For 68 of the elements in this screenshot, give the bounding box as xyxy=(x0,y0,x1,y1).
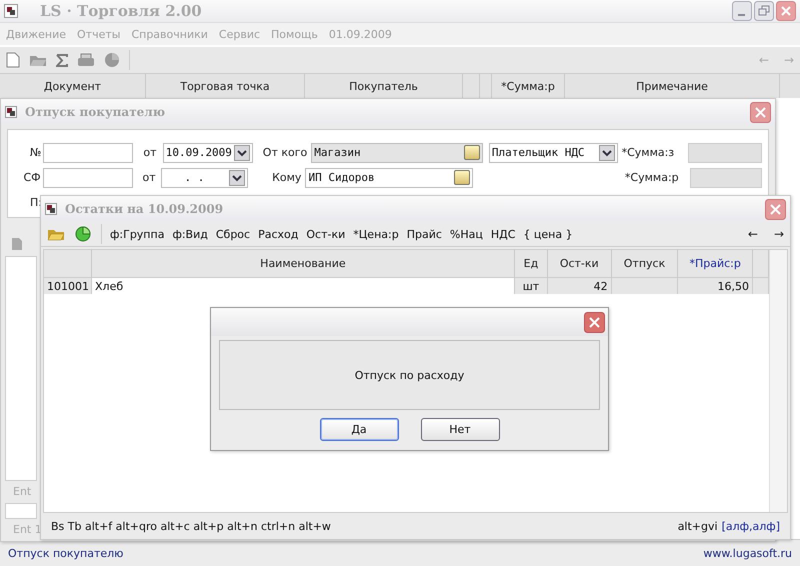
shortcut-hint: Bs Tb alt+f alt+qro alt+c alt+p alt+n ctrl+n alt+w xyxy=(51,520,331,532)
field-label: От кого xyxy=(262,146,308,159)
toolbar-button[interactable]: Ост-ки xyxy=(306,228,346,240)
field-label: № xyxy=(28,146,42,159)
vat-dropdown[interactable]: Плательщик НДС xyxy=(488,142,618,162)
hint-text: Ent 1 xyxy=(13,523,42,537)
dropdown-icon[interactable] xyxy=(598,144,615,160)
window-title: LS · Торговля 2.00 xyxy=(40,2,202,20)
toolbar-button[interactable]: Прайс xyxy=(406,228,442,240)
close-icon[interactable] xyxy=(750,102,771,122)
date-field[interactable]: 10.09.2009 xyxy=(162,142,253,162)
more-icon[interactable] xyxy=(454,170,470,185)
hint-text: Ent xyxy=(13,485,32,499)
close-icon[interactable] xyxy=(765,198,786,220)
toolbar-button[interactable]: НДС xyxy=(490,228,516,240)
toolbar-button[interactable]: Расход xyxy=(258,228,298,240)
date-field[interactable]: . . xyxy=(161,168,248,188)
window-title: Отпуск покупателю xyxy=(25,105,166,119)
toolbar-button[interactable]: ф:Группа xyxy=(110,228,164,240)
table-cell: Хлеб xyxy=(92,278,516,294)
close-icon[interactable] xyxy=(776,1,796,21)
number-field[interactable] xyxy=(43,142,134,162)
input-field[interactable] xyxy=(5,503,37,519)
sum-icon[interactable] xyxy=(56,54,68,66)
field-label: от xyxy=(141,171,157,184)
dialog-button[interactable]: Да xyxy=(320,418,398,441)
window-title: Остатки на 10.09.2009 xyxy=(65,202,224,216)
sender-field[interactable]: Магазин xyxy=(311,142,483,162)
folder-icon[interactable] xyxy=(47,227,65,241)
toolbar-button[interactable]: ф:Вид xyxy=(172,228,208,240)
close-icon[interactable] xyxy=(584,312,605,332)
field-label: *Сумма:з xyxy=(622,146,676,159)
toolbar-button[interactable]: Сброс xyxy=(216,228,250,240)
status-text: Отпуск покупателю xyxy=(8,546,124,560)
shortcut-hint: alt+gvi xyxy=(678,520,718,532)
dropdown-icon[interactable] xyxy=(229,170,246,186)
keyboard-layout: [алф,алф] xyxy=(722,520,780,532)
app-icon xyxy=(4,4,18,18)
printer-icon[interactable] xyxy=(77,53,95,67)
field-label: от xyxy=(142,146,158,159)
field-label: СФ xyxy=(22,171,41,184)
scrollbar[interactable] xyxy=(769,250,787,512)
dialog-button[interactable]: Нет xyxy=(420,418,500,441)
table-cell: 16,50 xyxy=(678,278,754,294)
table-cell: 42 xyxy=(548,278,612,294)
website-link[interactable]: www.lugasoft.ru xyxy=(703,546,792,560)
new-document-icon[interactable] xyxy=(6,52,20,68)
recipient-field[interactable]: ИП Сидоров xyxy=(305,168,473,188)
table-cell: шт xyxy=(515,278,548,294)
pie-chart-icon[interactable] xyxy=(75,226,91,242)
window-icon xyxy=(45,203,57,215)
pie-chart-icon[interactable] xyxy=(104,52,120,68)
toolbar-button[interactable]: *Цена:р xyxy=(353,228,399,240)
invoice-field[interactable] xyxy=(42,168,133,188)
field-label: Кому xyxy=(271,171,302,184)
toolbar-button[interactable]: %Нац xyxy=(450,228,483,240)
document-icon[interactable] xyxy=(11,237,23,251)
dropdown-icon[interactable] xyxy=(234,144,250,160)
restore-icon[interactable] xyxy=(754,1,774,21)
nav-arrow[interactable]: → xyxy=(774,227,784,241)
message-text: Отпуск по расходу xyxy=(354,368,464,382)
toolbar-button[interactable]: { цена } xyxy=(523,228,573,240)
field-label: *Сумма:р xyxy=(624,171,680,184)
more-icon[interactable] xyxy=(464,145,480,160)
nav-arrow[interactable]: ← xyxy=(748,227,758,241)
folder-icon[interactable] xyxy=(29,53,47,67)
window-icon xyxy=(5,106,17,118)
minimize-icon[interactable] xyxy=(732,1,752,21)
